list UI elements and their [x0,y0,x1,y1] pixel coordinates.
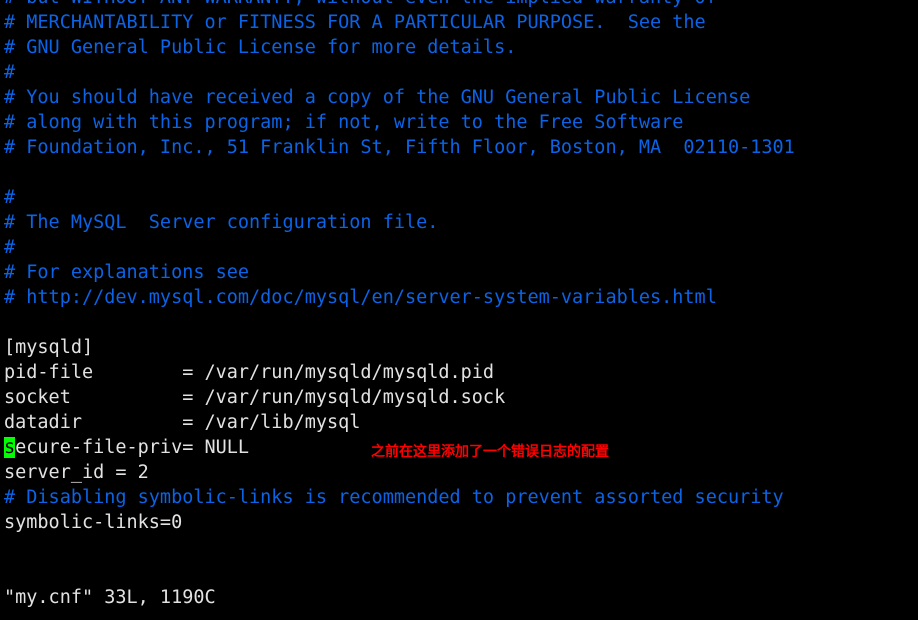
red-annotation-note: 之前在这里添加了一个错误日志的配置 [371,444,609,460]
editor-line: # Foundation, Inc., 51 Franklin St, Fift… [4,137,795,158]
editor-line: # Disabling symbolic-links is recommende… [4,487,784,508]
editor-line: # along with this program; if not, write… [4,112,684,133]
editor-line-server-id: server_id = 2 [4,462,149,483]
editor-line-datadir: datadir = /var/lib/mysql [4,412,361,433]
text-cursor: s [4,437,16,458]
editor-line: # [4,237,16,258]
editor-line: # GNU General Public License for more de… [4,37,517,58]
terminal-window[interactable]: # but WITHOUT ANY WARRANTY; without even… [0,0,918,620]
editor-line: # but WITHOUT ANY WARRANTY; without even… [0,0,918,10]
editor-line-blank [0,535,918,560]
editor-line-symbolic-links: symbolic-links=0 [4,512,183,533]
editor-line: # [4,187,16,208]
editor-line-blank [0,310,918,335]
editor-line-blank [0,560,918,585]
editor-line: # http://dev.mysql.com/doc/mysql/en/serv… [4,287,717,308]
editor-line: # The MySQL Server configuration file. [4,212,439,233]
editor-line: # For explanations see [4,262,250,283]
editor-line-section-header: [mysqld] [4,337,94,358]
editor-line-pid-file: pid-file = /var/run/mysqld/mysqld.pid [4,362,495,383]
editor-line-socket: socket = /var/run/mysqld/mysqld.sock [4,387,506,408]
editor-line-blank [0,160,918,185]
vim-status-line: "my.cnf" 33L, 1190C [4,587,216,608]
editor-line: # [4,62,16,83]
vim-text-buffer[interactable]: # but WITHOUT ANY WARRANTY; without even… [0,0,918,585]
editor-line: # You should have received a copy of the… [4,87,751,108]
editor-line-secure-file-priv-rest: ecure-file-priv= NULL [15,437,250,458]
editor-line: # MERCHANTABILITY or FITNESS FOR A PARTI… [4,12,706,33]
